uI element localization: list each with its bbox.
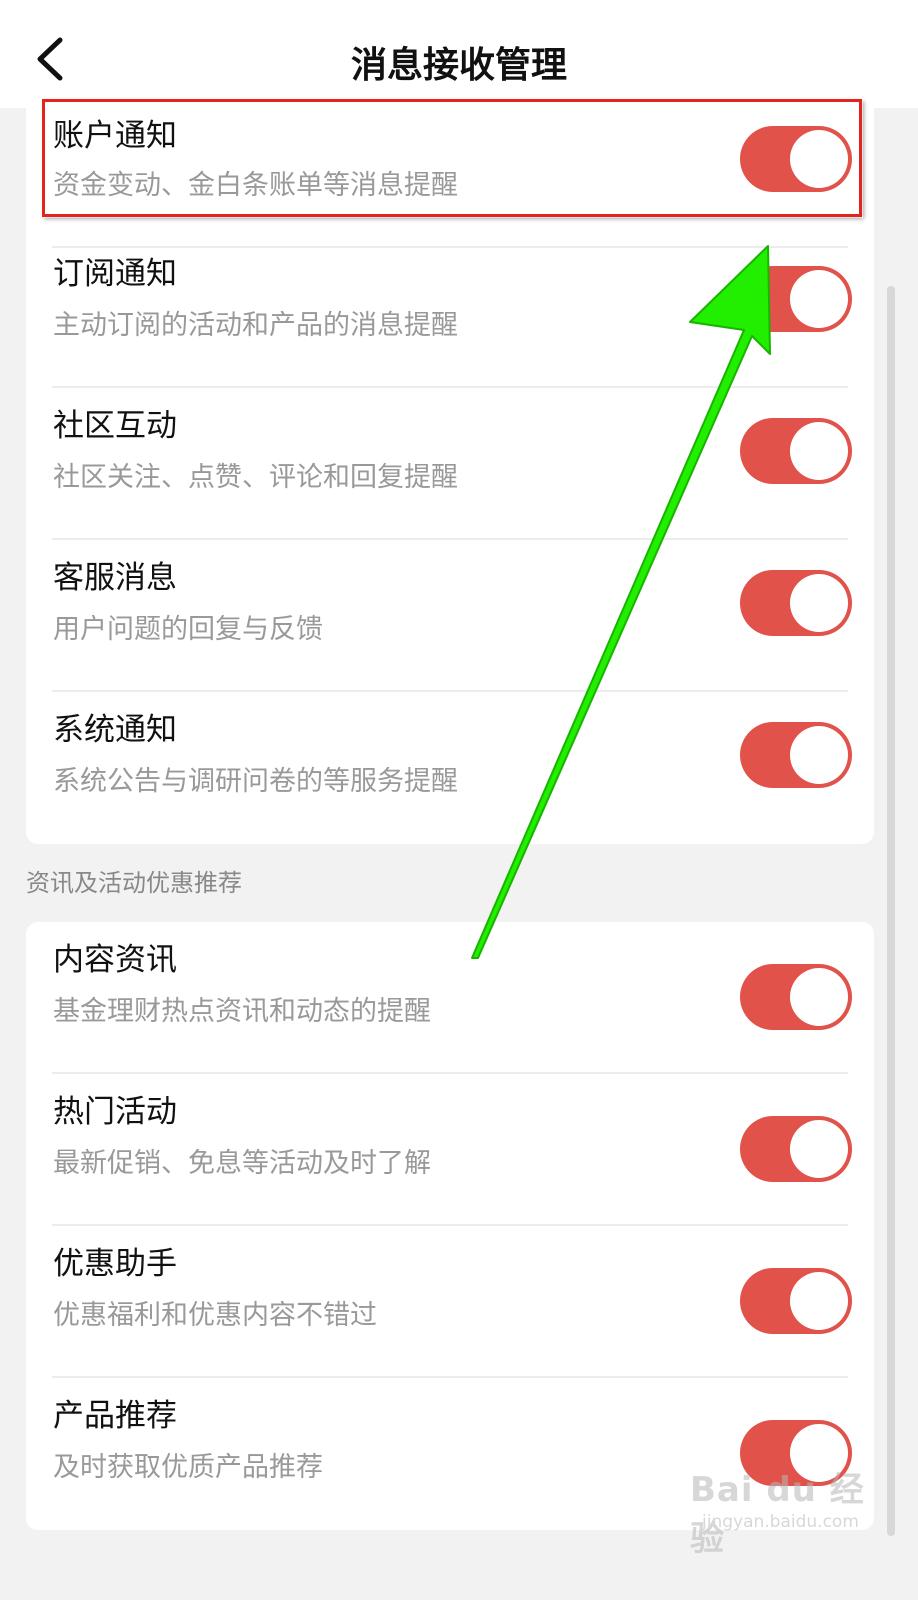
setting-description: 资金变动、金白条账单等消息提醒 [53,170,458,201]
setting-title: 社区互动 [53,408,177,444]
scrollbar[interactable] [887,286,895,1536]
content-news-toggle[interactable] [740,964,852,1030]
toggle-knob [790,422,848,480]
toggle-knob [790,130,848,188]
setting-row-content-news: 内容资讯 基金理财热点资讯和动态的提醒 [26,922,874,1074]
setting-title: 优惠助手 [53,1246,177,1282]
subscription-notice-toggle[interactable] [740,266,852,332]
setting-row-hot-events: 热门活动 最新促销、免息等活动及时了解 [26,1074,874,1226]
toggle-knob [790,968,848,1026]
system-notice-toggle[interactable] [740,722,852,788]
setting-description: 及时获取优质产品推荐 [53,1452,323,1483]
toggle-knob [790,1120,848,1178]
setting-row-discount-assistant: 优惠助手 优惠福利和优惠内容不错过 [26,1226,874,1378]
promotion-settings-card: 内容资讯 基金理财热点资讯和动态的提醒 热门活动 最新促销、免息等活动及时了解 … [26,922,874,1530]
setting-row-customer-service: 客服消息 用户问题的回复与反馈 [26,540,874,692]
discount-assistant-toggle[interactable] [740,1268,852,1334]
setting-description: 基金理财热点资讯和动态的提醒 [53,996,431,1027]
app-header: 消息接收管理 [0,0,918,108]
baidu-watermark-logo: Bai du 经验 jingyan.baidu.com [690,1462,890,1562]
setting-description: 优惠福利和优惠内容不错过 [53,1300,377,1331]
community-interaction-toggle[interactable] [740,418,852,484]
setting-title: 热门活动 [53,1094,177,1130]
setting-title: 产品推荐 [53,1398,177,1434]
setting-description: 社区关注、点赞、评论和回复提醒 [53,462,458,493]
setting-row-community-interaction: 社区互动 社区关注、点赞、评论和回复提醒 [26,388,874,540]
section-label-promotions: 资讯及活动优惠推荐 [26,869,242,897]
notification-settings-card: 账户通知 资金变动、金白条账单等消息提醒 订阅通知 主动订阅的活动和产品的消息提… [26,96,874,844]
page-title: 消息接收管理 [350,45,567,86]
setting-title: 客服消息 [53,560,177,596]
message-settings-screen: 消息接收管理 账户通知 资金变动、金白条账单等消息提醒 订阅通知 主动订阅的活动… [0,0,918,1600]
toggle-knob [790,270,848,328]
setting-row-system-notice: 系统通知 系统公告与调研问卷的等服务提醒 [26,692,874,844]
setting-description: 用户问题的回复与反馈 [53,614,323,645]
watermark-brand: Bai du 经验 [690,1470,865,1559]
setting-row-subscription-notice: 订阅通知 主动订阅的活动和产品的消息提醒 [26,236,874,388]
setting-description: 最新促销、免息等活动及时了解 [53,1148,431,1179]
setting-title: 账户通知 [53,118,177,154]
toggle-knob [790,1272,848,1330]
setting-title: 订阅通知 [53,256,177,292]
customer-service-toggle[interactable] [740,570,852,636]
watermark-url: jingyan.baidu.com [702,1512,859,1532]
setting-description: 主动订阅的活动和产品的消息提醒 [53,310,458,341]
setting-title: 系统通知 [53,712,177,748]
account-notice-toggle[interactable] [740,126,852,192]
setting-row-account-notice: 账户通知 资金变动、金白条账单等消息提醒 [26,96,874,248]
setting-title: 内容资讯 [53,942,177,978]
toggle-knob [790,726,848,784]
hot-events-toggle[interactable] [740,1116,852,1182]
setting-description: 系统公告与调研问卷的等服务提醒 [53,766,458,797]
toggle-knob [790,574,848,632]
